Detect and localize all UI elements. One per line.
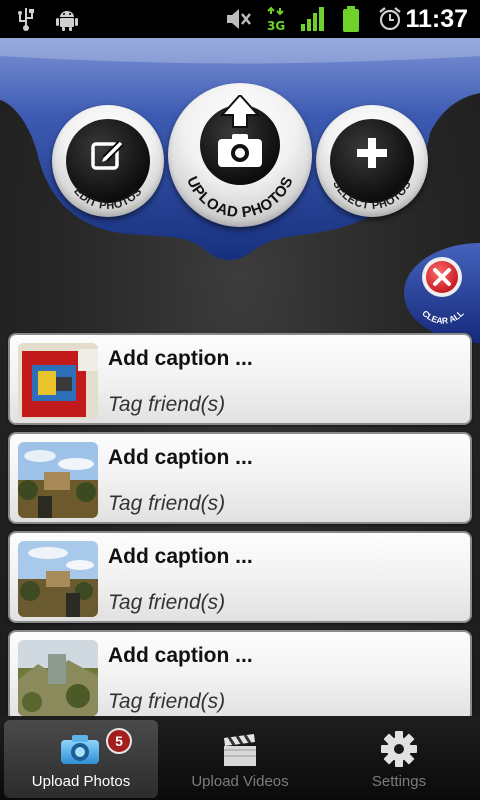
signal-icon — [301, 7, 324, 31]
tag-friends-field[interactable]: Tag friend(s) — [108, 690, 225, 714]
caption-field[interactable]: Add caption ... — [108, 644, 253, 668]
svg-text:EDIT PHOTOS: EDIT PHOTOS — [71, 186, 144, 213]
edit-photos-button[interactable]: EDIT PHOTOS — [52, 105, 164, 217]
photo-thumbnail[interactable] — [18, 442, 98, 518]
network-3g-icon: 3G — [267, 6, 285, 32]
list-item[interactable]: Add caption ... Tag friend(s) — [8, 630, 472, 716]
android-debug-icon — [56, 11, 78, 31]
caption-field[interactable]: Add caption ... — [108, 446, 253, 470]
upload-photos-button[interactable]: UPLOAD PHOTOS — [168, 83, 312, 227]
usb-icon — [18, 8, 34, 31]
tab-label: Upload Photos — [31, 773, 131, 790]
tab-label: Settings — [371, 773, 427, 790]
photo-landscape-sky — [18, 541, 98, 617]
alarm-icon — [379, 7, 401, 31]
clear-all-label: CLEAR ALL — [420, 308, 465, 326]
tag-friends-field[interactable]: Tag friend(s) — [108, 591, 225, 615]
tab-upload-videos[interactable]: Upload Videos — [163, 720, 317, 798]
list-item[interactable]: Add caption ... Tag friend(s) — [8, 333, 472, 425]
bottom-tab-bar: 5 Upload Photos Upload Videos Settings — [0, 716, 480, 800]
tab-settings[interactable]: Settings — [322, 720, 476, 798]
tab-upload-photos[interactable]: 5 Upload Photos — [4, 720, 158, 798]
photo-red-toy — [18, 343, 98, 419]
gear-icon — [381, 731, 417, 767]
mute-icon — [227, 9, 251, 29]
photo-landscape-rocks — [18, 640, 98, 716]
network-3g-label: 3G — [267, 19, 285, 32]
photo-landscape-sky — [18, 442, 98, 518]
tab-label: Upload Videos — [191, 773, 289, 790]
svg-text:UPLOAD PHOTOS: UPLOAD PHOTOS — [183, 174, 297, 221]
status-clock: 11:37 — [405, 5, 468, 33]
clapperboard-icon — [224, 734, 256, 766]
upload-photos-label: UPLOAD PHOTOS — [183, 174, 297, 221]
tag-friends-field[interactable]: Tag friend(s) — [108, 393, 225, 417]
caption-field[interactable]: Add caption ... — [108, 347, 253, 371]
photo-thumbnail[interactable] — [18, 640, 98, 716]
list-item[interactable]: Add caption ... Tag friend(s) — [8, 432, 472, 524]
battery-icon — [343, 6, 359, 32]
tag-friends-field[interactable]: Tag friend(s) — [108, 492, 225, 516]
svg-text:SELECT PHOTOS: SELECT PHOTOS — [330, 179, 413, 212]
clear-all-button[interactable]: CLEAR ALL — [402, 243, 480, 343]
caption-field[interactable]: Add caption ... — [108, 545, 253, 569]
photo-thumbnail[interactable] — [18, 541, 98, 617]
select-photos-label: SELECT PHOTOS — [330, 179, 413, 212]
photo-thumbnail[interactable] — [18, 343, 98, 419]
list-item[interactable]: Add caption ... Tag friend(s) — [8, 531, 472, 623]
edit-photos-label: EDIT PHOTOS — [71, 186, 144, 213]
camera-icon — [61, 735, 99, 764]
svg-text:CLEAR ALL: CLEAR ALL — [420, 308, 465, 326]
select-photos-button[interactable]: SELECT PHOTOS — [316, 105, 428, 217]
main-area: EDIT PHOTOS SELECT PHOTOS UPLOAD PHOTOS … — [0, 38, 480, 716]
status-bar: 3G 11:37 — [0, 0, 480, 38]
upload-count-badge: 5 — [106, 728, 132, 754]
